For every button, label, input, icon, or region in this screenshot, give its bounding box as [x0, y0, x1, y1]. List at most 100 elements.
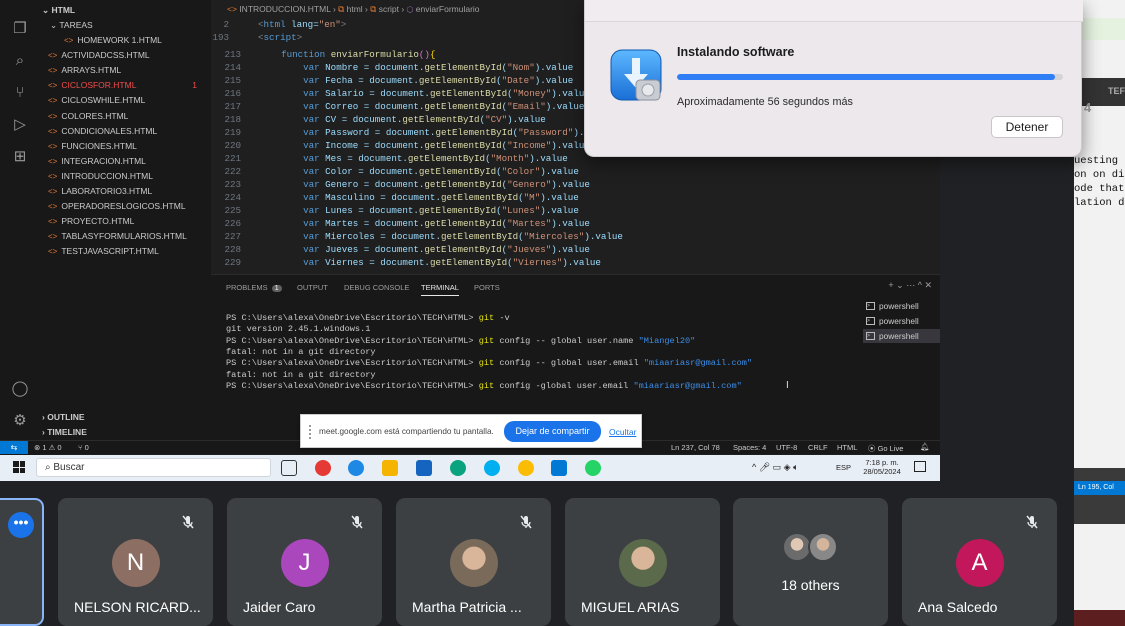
outline-section[interactable]: › OUTLINE — [42, 410, 85, 425]
sidebar-file-item[interactable]: <> CICLOSWHILE.HTML — [40, 93, 205, 108]
chrome-icon[interactable] — [315, 460, 331, 476]
problems-status[interactable]: ⊗ 1 ⚠ 0 — [34, 443, 62, 452]
start-icon[interactable] — [13, 461, 25, 473]
encoding[interactable]: UTF-8 — [776, 443, 797, 452]
code-line[interactable]: 219 var Password = document.getElementBy… — [211, 126, 611, 139]
code-line[interactable]: 221 var Mes = document.getElementById("M… — [211, 152, 567, 165]
notification-center-icon[interactable] — [914, 461, 926, 472]
skype-icon[interactable] — [484, 460, 500, 476]
sidebar-file-item[interactable]: <> TABLASYFORMULARIOS.HTML — [40, 229, 205, 244]
code-line[interactable]: 218 var CV = document.getElementById("CV… — [211, 113, 545, 126]
tab-output[interactable]: OUTPUT — [297, 283, 328, 292]
vscode-taskbar-icon[interactable] — [551, 460, 567, 476]
hide-banner-link[interactable]: Ocultar — [609, 427, 636, 437]
source-control-icon[interactable]: ⑂ — [11, 84, 29, 102]
folder-html[interactable]: ⌄ HTML — [42, 3, 75, 18]
drag-handle[interactable] — [309, 425, 311, 439]
sidebar-file-item[interactable]: <> LABORATORIO3.HTML — [40, 184, 205, 199]
code-line[interactable]: 228 var Jueves = document.getElementById… — [211, 243, 589, 256]
code-line[interactable]: 213 function enviarFormulario(){ — [211, 48, 435, 61]
task-view-icon[interactable] — [281, 460, 297, 476]
settings-gear-icon[interactable]: ⚙ — [11, 412, 29, 430]
code-line[interactable]: 222 var Color = document.getElementById(… — [211, 165, 578, 178]
mail-icon[interactable] — [416, 460, 432, 476]
sidebar-file-item[interactable]: <> INTRODUCCION.HTML — [40, 169, 205, 184]
code-line[interactable]: 214 var Nombre = document.getElementById… — [211, 61, 573, 74]
edge-icon[interactable] — [348, 460, 364, 476]
language-mode[interactable]: HTML — [837, 443, 857, 452]
code-line[interactable]: 229 var Viernes = document.getElementByI… — [211, 256, 600, 269]
sticky-scroll-line[interactable]: 2 <html lang="en"> — [199, 18, 346, 31]
taskbar-search[interactable]: ⌕ Buscar — [36, 458, 271, 477]
sidebar-file-item[interactable]: <> CICLOSFOR.HTML 1 — [40, 78, 205, 93]
participant-tile[interactable]: Martha Patricia ... — [396, 498, 551, 626]
sidebar-file-item[interactable]: <> FUNCIONES.HTML — [40, 139, 205, 154]
tab-problems[interactable]: PROBLEMS 1 — [226, 283, 282, 292]
tab-label: DEBUG CONSOLE — [344, 283, 410, 292]
sidebar-file-item[interactable]: <> CONDICIONALES.HTML — [40, 124, 205, 139]
notifications-icon[interactable]: 🔔︎ — [920, 442, 930, 451]
background-text-line: ode that — [1074, 183, 1125, 195]
go-live-button[interactable]: ⦿ Go Live — [868, 443, 903, 454]
ports-status[interactable]: ⑂ 0 — [78, 443, 89, 452]
search-icon[interactable]: ⌕ — [11, 52, 29, 70]
account-icon[interactable]: ◯ — [11, 380, 29, 398]
file-name: ACTIVIDADCSS.HTML — [61, 50, 150, 61]
participant-tile[interactable]: J Jaider Caro — [227, 498, 382, 626]
participant-tile[interactable]: N NELSON RICARD... — [58, 498, 213, 626]
folder-tareas[interactable]: ⌄ TAREAS — [50, 18, 93, 33]
installer-icon — [610, 48, 663, 103]
extensions-icon[interactable]: ⊞ — [11, 148, 29, 166]
code-line[interactable]: 215 var Fecha = document.getElementById(… — [211, 74, 573, 87]
files-icon[interactable]: ❐ — [11, 20, 29, 38]
cursor-position[interactable]: Ln 237, Col 78 — [671, 443, 720, 452]
clock[interactable]: 7:18 p. m. 28/05/2024 — [858, 458, 906, 476]
code-line[interactable]: 223 var Genero = document.getElementById… — [211, 178, 589, 191]
participant-tile[interactable]: MIGUEL ARIAS — [565, 498, 720, 626]
panel-actions[interactable]: + ⌄ ⋯ ^ ✕ — [888, 280, 932, 291]
indentation[interactable]: Spaces: 4 — [733, 443, 766, 452]
code-line[interactable]: 227 var Miercoles = document.getElementB… — [211, 230, 622, 243]
tab-terminal[interactable]: TERMINAL — [421, 283, 459, 296]
background-text-line: lation d — [1074, 197, 1125, 209]
file-name: OPERADORESLOGICOS.HTML — [61, 201, 186, 212]
run-debug-icon[interactable]: ▷ — [11, 116, 29, 134]
more-options-icon[interactable]: ••• — [8, 512, 34, 538]
code-line[interactable]: 224 var Masculino = document.getElementB… — [211, 191, 578, 204]
sidebar-file-item[interactable]: <> COLORES.HTML — [40, 109, 205, 124]
system-tray-icons[interactable]: ^ 🎤︎ ▭ ◈ 🔈︎ — [752, 462, 798, 473]
code-line[interactable]: 225 var Lunes = document.getElementById(… — [211, 204, 578, 217]
sidebar-file-item[interactable]: <> TESTJAVASCRIPT.HTML — [40, 244, 205, 259]
sidebar-file-item[interactable]: <> OPERADORESLOGICOS.HTML — [40, 199, 205, 214]
tab-debug-console[interactable]: DEBUG CONSOLE — [344, 283, 409, 292]
tab-ports[interactable]: PORTS — [474, 283, 500, 292]
sidebar-file-item[interactable]: <> ACTIVIDADCSS.HTML — [40, 48, 205, 63]
sidebar-file-item[interactable]: <> PROYECTO.HTML — [40, 214, 205, 229]
sidebar-file-item[interactable]: <> HOMEWORK 1.HTML — [56, 33, 221, 48]
edge-dev-icon[interactable] — [450, 460, 466, 476]
timeline-section[interactable]: › TIMELINE — [42, 425, 87, 440]
code-line[interactable]: 226 var Martes = document.getElementById… — [211, 217, 589, 230]
more-options-tile[interactable]: ••• — [0, 498, 44, 626]
terminal-line: PS C:\Users\alexa\OneDrive\Escritorio\TE… — [226, 313, 510, 323]
stop-button[interactable]: Detener — [991, 116, 1063, 138]
sidebar-file-item[interactable]: <> INTEGRACION.HTML — [40, 154, 205, 169]
remote-icon[interactable]: ⇆ — [0, 441, 28, 454]
chrome-profile-icon[interactable] — [518, 460, 534, 476]
end-of-line[interactable]: CRLF — [808, 443, 828, 452]
code-line[interactable]: 217 var Correo = document.getElementById… — [211, 100, 584, 113]
terminal-instance[interactable]: > powershell — [863, 314, 940, 328]
participant-tile[interactable]: 18 others — [733, 498, 888, 626]
windows-taskbar: ⌕ Buscar ^ 🎤︎ ▭ ◈ 🔈︎ ESP 7:18 p. m. 28/0… — [0, 455, 940, 481]
terminal-instance[interactable]: > powershell — [863, 329, 940, 343]
stop-sharing-button[interactable]: Dejar de compartir — [504, 421, 601, 442]
language-indicator[interactable]: ESP — [836, 463, 851, 472]
file-explorer-icon[interactable] — [382, 460, 398, 476]
sticky-scroll-line[interactable]: 193 <script> — [199, 31, 302, 44]
terminal-instance[interactable]: > powershell — [863, 299, 940, 313]
sidebar-file-item[interactable]: <> ARRAYS.HTML — [40, 63, 205, 78]
whatsapp-icon[interactable] — [585, 460, 601, 476]
code-line[interactable]: 216 var Salario = document.getElementByI… — [211, 87, 589, 100]
code-line[interactable]: 220 var Income = document.getElementById… — [211, 139, 589, 152]
participant-tile[interactable]: A Ana Salcedo — [902, 498, 1057, 626]
